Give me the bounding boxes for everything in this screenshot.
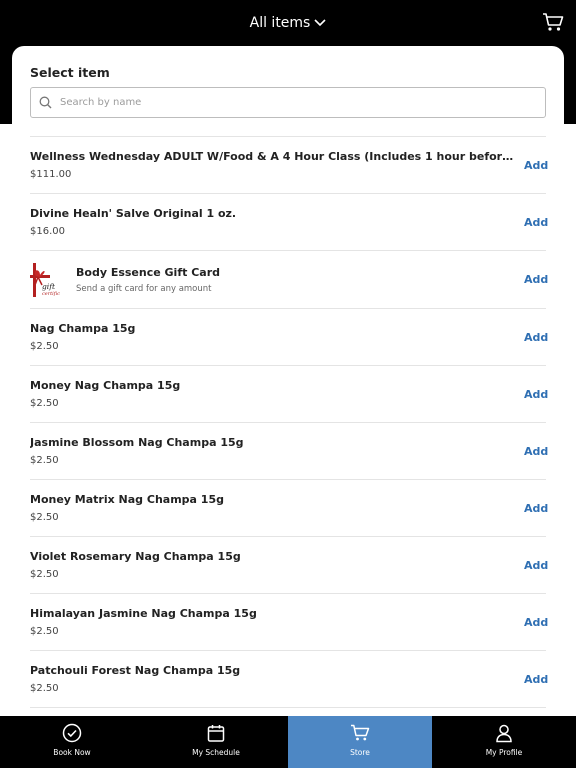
cart-icon — [351, 724, 370, 741]
add-button[interactable]: Add — [524, 616, 548, 629]
item-name: Nag Champa 15g — [30, 322, 136, 335]
add-button[interactable]: Add — [524, 445, 548, 458]
add-button[interactable]: Add — [524, 673, 548, 686]
item-price: $2.50 — [30, 512, 59, 523]
tab-label: My Profile — [485, 748, 523, 757]
list-item[interactable]: Money Matrix Nag Champa 15g $2.50 Add — [30, 480, 548, 537]
svg-text:gift: gift — [42, 282, 56, 291]
search-icon — [39, 96, 52, 109]
select-item-sheet: Select item Wellness Wednesday ADULT W/F… — [12, 46, 564, 716]
add-button[interactable]: Add — [524, 331, 548, 344]
svg-text:certific: certific — [42, 291, 60, 297]
item-subtitle: Send a gift card for any amount — [76, 283, 212, 294]
list-item[interactable]: Money Nag Champa 15g $2.50 Add — [30, 366, 548, 423]
item-name: Patchouli Forest Nag Champa 15g — [30, 664, 241, 677]
item-price: $2.50 — [30, 683, 59, 694]
list-item[interactable]: Patchouli Forest Nag Champa 15g $2.50 Ad… — [30, 651, 548, 708]
tab-label: Store — [350, 748, 370, 757]
item-name: Violet Rosemary Nag Champa 15g — [30, 550, 241, 563]
calendar-icon — [207, 725, 225, 742]
list-item[interactable]: Wellness Wednesday ADULT W/Food & A 4 Ho… — [30, 137, 548, 194]
item-price: $2.50 — [30, 341, 59, 352]
bottom-nav: Book Now My Schedule Store My Profile — [0, 716, 576, 768]
add-button[interactable]: Add — [524, 216, 548, 229]
item-name: Himalayan Jasmine Nag Champa 15g — [30, 607, 257, 620]
add-button[interactable]: Add — [524, 559, 548, 572]
add-button[interactable]: Add — [524, 388, 548, 401]
list-item[interactable]: Jasmine Blossom Nag Champa 15g $2.50 Add — [30, 423, 548, 480]
cart-icon[interactable] — [542, 12, 564, 32]
tab-store[interactable]: Store — [288, 716, 432, 768]
category-dropdown[interactable]: All items — [250, 15, 327, 31]
tab-my-schedule[interactable]: My Schedule — [144, 716, 288, 768]
item-price: $2.50 — [30, 569, 59, 580]
add-button[interactable]: Add — [524, 159, 548, 172]
item-price: $111.00 — [30, 169, 72, 180]
chevron-down-icon — [314, 19, 326, 27]
tab-label: My Schedule — [192, 748, 240, 757]
person-icon — [496, 724, 512, 743]
top-bar: All items — [0, 0, 576, 46]
tab-my-profile[interactable]: My Profile — [432, 716, 576, 768]
list-item[interactable]: Divine Healn' Salve Original 1 oz. $16.0… — [30, 194, 548, 251]
check-circle-icon — [62, 723, 82, 743]
list-item[interactable]: Violet Rosemary Nag Champa 15g $2.50 Add — [30, 537, 548, 594]
item-list: Wellness Wednesday ADULT W/Food & A 4 Ho… — [30, 136, 548, 708]
category-title: All items — [249, 15, 311, 31]
item-name: Body Essence Gift Card — [76, 265, 220, 279]
list-item[interactable]: Nag Champa 15g $2.50 Add — [30, 309, 548, 366]
tab-book-now[interactable]: Book Now — [0, 716, 144, 768]
search-box[interactable] — [30, 87, 546, 118]
tab-label: Book Now — [53, 748, 91, 757]
item-name: Money Matrix Nag Champa 15g — [30, 493, 224, 506]
gift-card-thumbnail: gift certific — [30, 262, 64, 297]
sheet-title: Select item — [30, 65, 110, 80]
item-price: $2.50 — [30, 626, 59, 637]
item-name: Divine Healn' Salve Original 1 oz. — [30, 207, 237, 220]
list-item[interactable]: Himalayan Jasmine Nag Champa 15g $2.50 A… — [30, 594, 548, 651]
list-item[interactable]: gift certific Body Essence Gift Card Sen… — [30, 251, 548, 309]
add-button[interactable]: Add — [524, 273, 548, 286]
search-input[interactable] — [60, 97, 520, 108]
item-price: $2.50 — [30, 398, 59, 409]
add-button[interactable]: Add — [524, 502, 548, 515]
item-name: Wellness Wednesday ADULT W/Food & A 4 Ho… — [30, 150, 516, 163]
item-name: Money Nag Champa 15g — [30, 379, 181, 392]
item-price: $16.00 — [30, 226, 65, 237]
item-price: $2.50 — [30, 455, 59, 466]
item-name: Jasmine Blossom Nag Champa 15g — [30, 436, 244, 449]
